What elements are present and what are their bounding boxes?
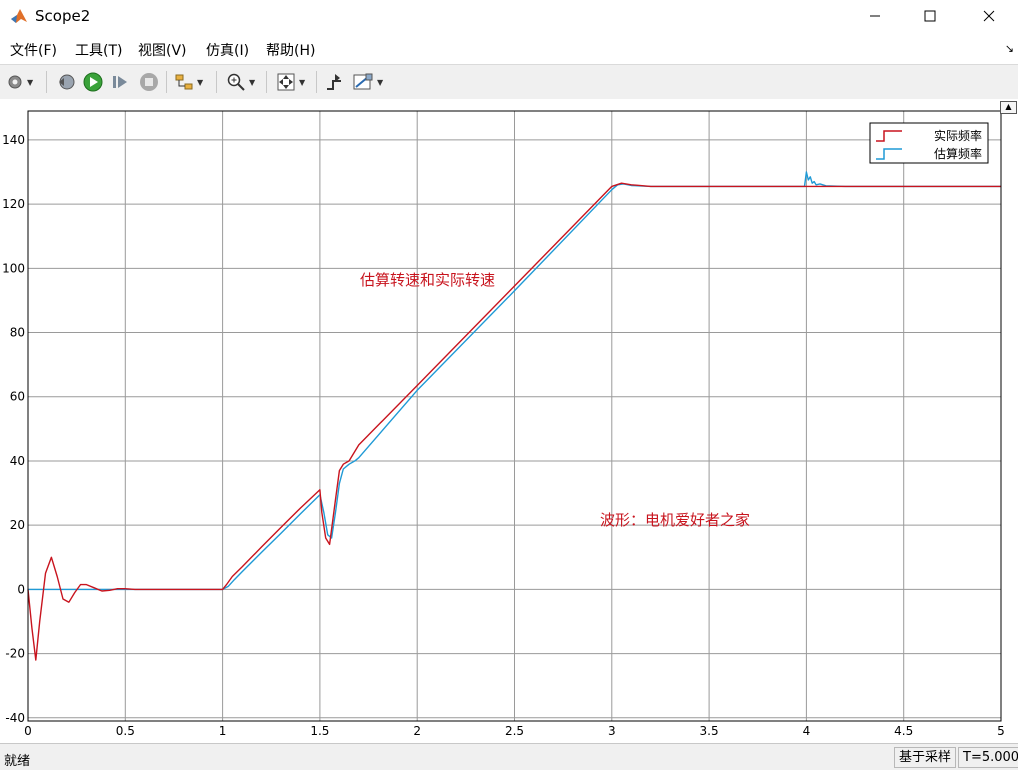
close-icon — [983, 10, 995, 22]
zoom-button[interactable]: ▼ — [226, 70, 255, 94]
y-tick-label: 0 — [17, 582, 25, 596]
minimize-icon — [870, 15, 880, 17]
signal-select-button[interactable]: ▼ — [174, 70, 203, 94]
undock-button[interactable]: ▲ — [1000, 101, 1017, 114]
scope-plot-area[interactable]: 0 0.5 1 1.5 2 2.5 3 3.5 4 4.5 5 -40 -20 0 20 40 60 80 100 1… — [0, 99, 1018, 742]
window-title: Scope2 — [35, 7, 91, 25]
x-tick-label: 0 — [24, 724, 32, 738]
cursor-icon — [327, 74, 341, 90]
run-icon — [83, 72, 103, 92]
cursor-button[interactable] — [324, 70, 344, 94]
legend: 实际频率 估算频率 — [869, 122, 989, 164]
step-back-icon — [59, 74, 75, 90]
stop-icon — [140, 73, 158, 91]
maximize-button[interactable] — [907, 0, 953, 32]
menu-simulation[interactable]: 仿真(I) — [206, 40, 249, 60]
x-tick-label: 2.5 — [505, 724, 524, 738]
title-bar: Scope2 — [0, 0, 1018, 34]
menu-view[interactable]: 视图(V) — [138, 40, 187, 60]
step-back-button[interactable] — [56, 70, 76, 94]
step-forward-button[interactable] — [110, 70, 130, 94]
zoom-icon — [227, 73, 245, 91]
menu-dock-arrow[interactable]: ↘ — [1005, 42, 1014, 55]
autoscale-button[interactable]: ▼ — [276, 70, 305, 94]
x-tick-label: 3.5 — [700, 724, 719, 738]
status-ready: 就绪 — [4, 754, 31, 769]
legend-label-estimated: 估算频率 — [934, 146, 982, 161]
toolbar: ▼ ▼ ▼ ▼ ▼ — [0, 64, 1018, 100]
menu-tools[interactable]: 工具(T) — [75, 40, 122, 60]
x-tick-label: 4.5 — [894, 724, 913, 738]
stop-button[interactable] — [138, 70, 160, 94]
measure-icon — [353, 73, 373, 90]
x-tick-label: 1 — [219, 724, 227, 738]
menu-bar: 文件(F) 工具(T) 视图(V) 仿真(I) 帮助(H) ↘ — [0, 37, 1018, 61]
measure-button[interactable]: ▼ — [352, 70, 383, 94]
y-tick-label: 20 — [10, 518, 25, 532]
menu-file[interactable]: 文件(F) — [10, 40, 57, 60]
x-tick-label: 4 — [803, 724, 811, 738]
close-button[interactable] — [966, 0, 1012, 32]
x-tick-label: 1.5 — [310, 724, 329, 738]
y-tick-label: -20 — [5, 647, 25, 661]
run-button[interactable] — [82, 70, 104, 94]
maximize-icon — [924, 10, 936, 22]
status-sample-mode: 基于采样 — [894, 747, 957, 768]
annotation-watermark: 波形：电机爱好者之家 — [600, 511, 750, 529]
menu-help[interactable]: 帮助(H) — [266, 40, 315, 60]
x-tick-label: 3 — [608, 724, 616, 738]
x-tick-label: 0.5 — [116, 724, 135, 738]
y-tick-label: 40 — [10, 454, 25, 468]
y-tick-label: 140 — [2, 133, 25, 147]
minimize-button[interactable] — [852, 0, 898, 32]
legend-label-actual: 实际频率 — [934, 128, 982, 143]
status-bar: 就绪 基于采样 T=5.000 — [0, 743, 1018, 770]
annotation-speed: 估算转速和实际转速 — [360, 271, 495, 289]
y-tick-label: -40 — [5, 711, 25, 725]
y-tick-label: 80 — [10, 326, 25, 340]
y-tick-label: 120 — [2, 197, 25, 211]
settings-icon — [8, 75, 22, 89]
autoscale-icon — [277, 73, 295, 91]
x-tick-label: 2 — [413, 724, 421, 738]
scope-chart[interactable]: 0 0.5 1 1.5 2 2.5 3 3.5 4 4.5 5 -40 -20 0 20 40 60 80 100 1… — [0, 99, 1018, 742]
status-time: T=5.000 — [958, 747, 1018, 768]
settings-button[interactable]: ▼ — [6, 70, 33, 94]
signal-select-icon — [175, 74, 193, 90]
x-tick-label: 5 — [997, 724, 1005, 738]
step-forward-icon — [113, 76, 127, 88]
y-tick-label: 60 — [10, 390, 25, 404]
y-tick-label: 100 — [2, 261, 25, 275]
matlab-icon — [11, 9, 27, 23]
